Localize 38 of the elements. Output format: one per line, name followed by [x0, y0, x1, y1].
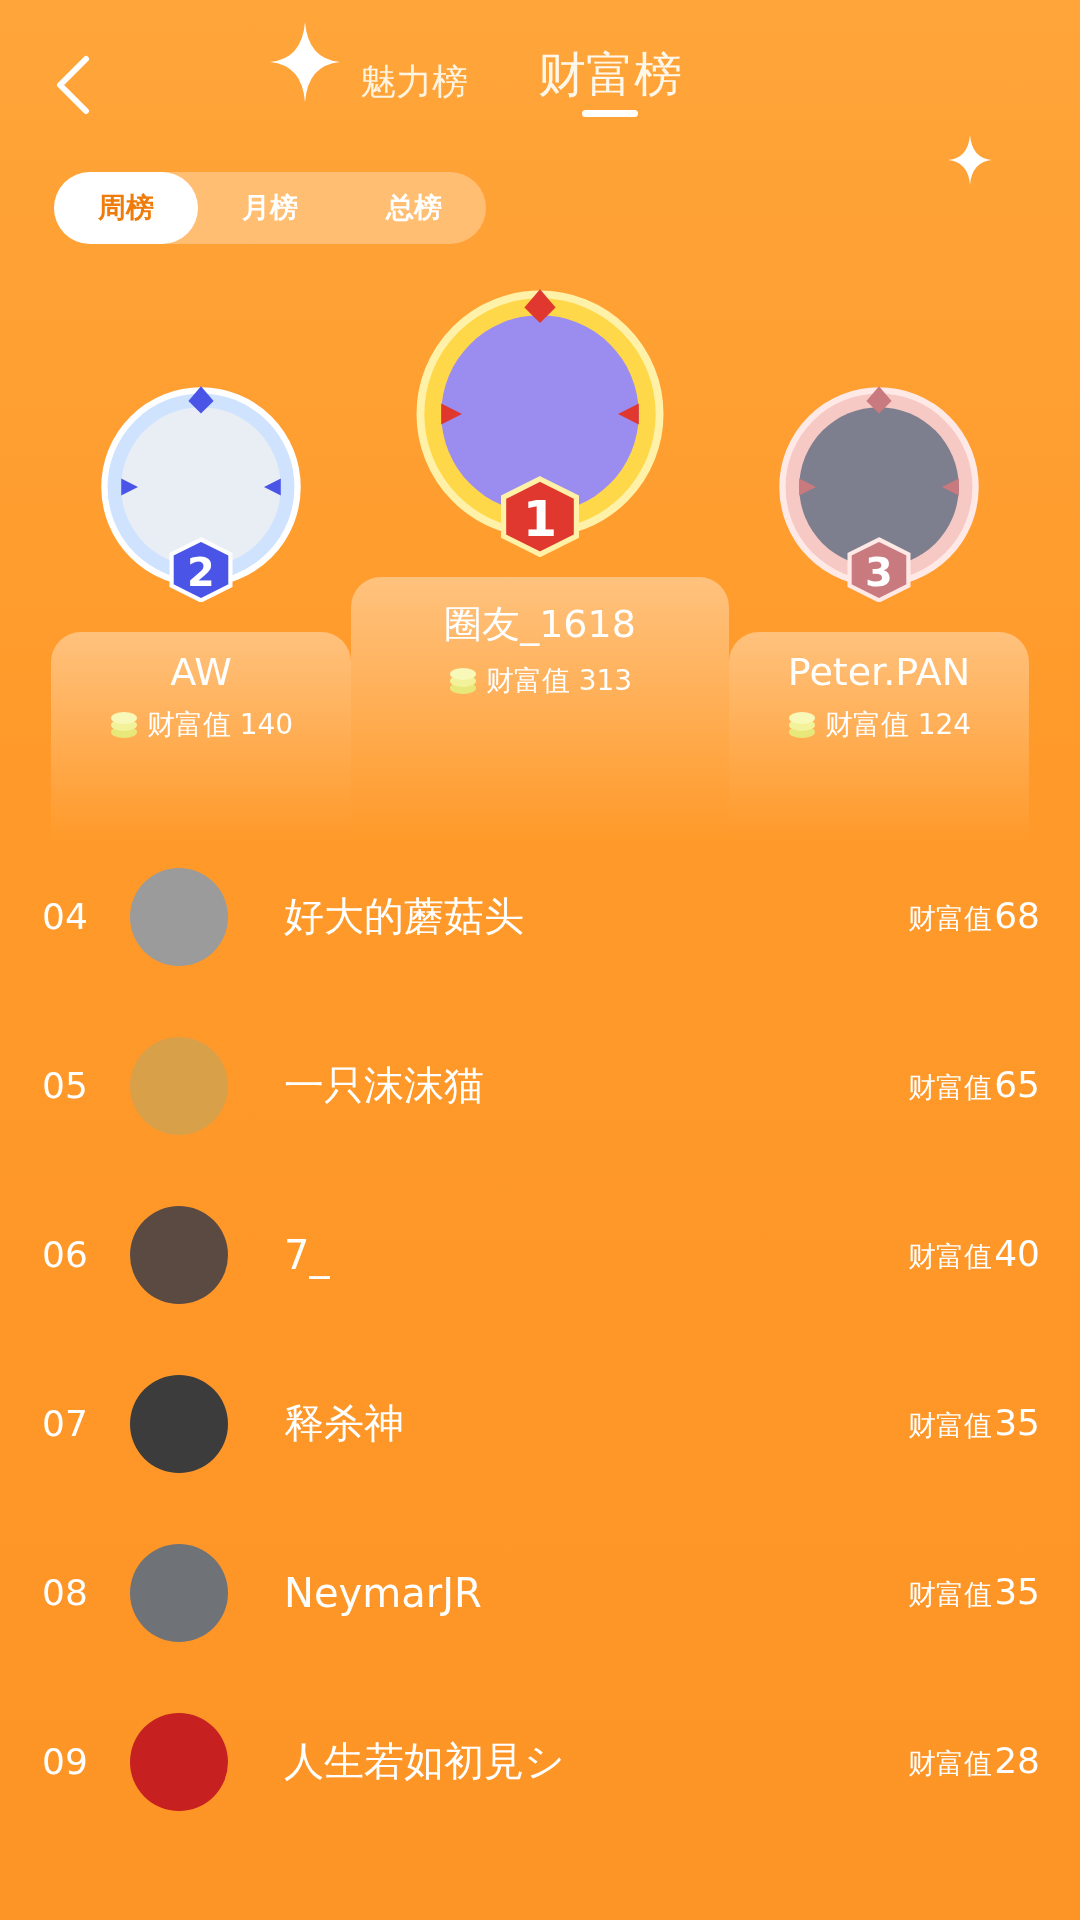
period-tab[interactable]: 总榜 [342, 172, 486, 244]
user-name: 7_ [284, 1231, 331, 1278]
wealth-value: 68 [994, 895, 1040, 936]
wealth-value: 35 [994, 1402, 1040, 1443]
user-name: 一只沫沫猫 [284, 1061, 485, 1110]
period-tab[interactable]: 周榜 [54, 172, 198, 244]
wealth-value: 财富值 140 [146, 707, 294, 743]
user-name: Peter.PAN [787, 650, 971, 694]
wealth-label: 财富值 [908, 1070, 993, 1106]
rank-number: 09 [42, 1741, 89, 1782]
rank-number: 08 [42, 1572, 89, 1613]
rank-number: 05 [42, 1065, 89, 1106]
user-name: 圈友_1618 [444, 601, 636, 648]
rank-number: 04 [42, 896, 89, 937]
rank-number: 07 [42, 1403, 89, 1444]
user-name: NeymarJR [284, 1569, 483, 1616]
wealth-label: 财富值 [908, 1239, 993, 1275]
user-name: 人生若如初見シ [284, 1737, 566, 1786]
period-tab[interactable]: 月榜 [198, 172, 342, 244]
wealth-value: 财富值 124 [824, 707, 972, 743]
wealth-value: 65 [994, 1064, 1040, 1105]
wealth-value: 35 [994, 1571, 1040, 1612]
coin-stack-icon [786, 710, 817, 740]
wealth-value: 28 [994, 1740, 1040, 1781]
wealth-value: 财富值 313 [485, 663, 633, 699]
user-name: 释杀神 [284, 1399, 405, 1448]
wealth-label: 财富值 [908, 1577, 993, 1613]
rank-number: 06 [42, 1234, 89, 1275]
board-tab[interactable]: 财富榜 [538, 43, 682, 117]
coin-stack-icon [108, 710, 139, 740]
wealth-value: 40 [994, 1233, 1040, 1274]
coin-stack-icon [447, 666, 478, 696]
user-name: 好大的蘑菇头 [284, 892, 525, 941]
wealth-label: 财富值 [908, 901, 993, 937]
board-tab[interactable]: 魅力榜 [360, 58, 468, 117]
wealth-label: 财富值 [908, 1408, 993, 1444]
wealth-label: 财富值 [908, 1746, 993, 1782]
user-name: AW [170, 650, 232, 694]
